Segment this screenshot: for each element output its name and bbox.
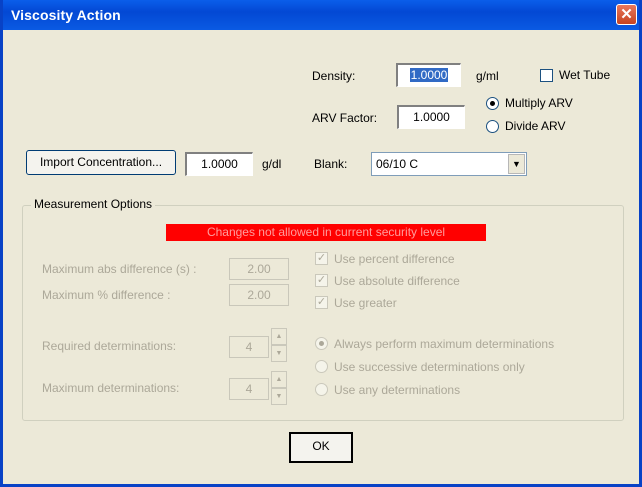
- required-determinations-label: Required determinations:: [42, 339, 177, 353]
- maximum-determinations-input[interactable]: 4: [229, 378, 269, 400]
- use-percent-label: Use percent difference: [334, 252, 455, 266]
- concentration-value: 1.0000: [201, 157, 238, 171]
- import-concentration-label: Import Concentration...: [39, 155, 163, 169]
- density-value: 1.0000: [409, 68, 449, 82]
- concentration-input[interactable]: 1.0000: [185, 152, 253, 176]
- title-bar[interactable]: Viscosity Action ✕: [3, 0, 639, 30]
- spin-down-icon[interactable]: ▼: [271, 388, 287, 405]
- divide-arv-radio[interactable]: [486, 120, 499, 133]
- arv-factor-label: ARV Factor:: [312, 111, 378, 125]
- use-absolute-label: Use absolute difference: [334, 274, 460, 288]
- use-percent-checkbox[interactable]: ✓: [315, 252, 328, 265]
- required-determinations-spinner[interactable]: ▲ ▼: [271, 328, 287, 362]
- max-pct-difference-label: Maximum % difference :: [42, 288, 171, 302]
- required-determinations-input[interactable]: 4: [229, 336, 269, 358]
- max-pct-difference-input[interactable]: 2.00: [229, 284, 289, 306]
- required-determinations-value: 4: [245, 340, 253, 354]
- density-input[interactable]: 1.0000: [396, 63, 461, 87]
- divide-arv-label: Divide ARV: [505, 119, 566, 133]
- maximum-determinations-value: 4: [245, 382, 253, 396]
- close-icon: ✕: [620, 6, 633, 23]
- use-absolute-checkbox[interactable]: ✓: [315, 274, 328, 287]
- security-warning-banner: Changes not allowed in current security …: [166, 224, 486, 241]
- blank-value: 06/10 C: [376, 157, 419, 171]
- successive-determinations-radio[interactable]: [315, 360, 328, 373]
- maximum-determinations-label: Maximum determinations:: [42, 381, 180, 395]
- chevron-down-icon[interactable]: ▼: [508, 154, 525, 174]
- measurement-options-title: Measurement Options: [31, 197, 156, 211]
- wet-tube-checkbox[interactable]: [540, 69, 553, 82]
- blank-select[interactable]: 06/10 C ▼: [371, 152, 527, 176]
- maximum-determinations-spinner[interactable]: ▲ ▼: [271, 371, 287, 405]
- use-greater-label: Use greater: [334, 296, 397, 310]
- arv-factor-input[interactable]: 1.0000: [397, 105, 465, 129]
- any-determinations-radio[interactable]: [315, 383, 328, 396]
- multiply-arv-radio[interactable]: [486, 97, 499, 110]
- max-abs-difference-label: Maximum abs difference (s) :: [42, 262, 197, 276]
- ok-button[interactable]: OK: [289, 432, 353, 463]
- multiply-arv-label: Multiply ARV: [505, 96, 573, 110]
- always-perform-radio[interactable]: [315, 337, 328, 350]
- close-button[interactable]: ✕: [616, 4, 637, 25]
- spin-up-icon[interactable]: ▲: [271, 328, 287, 345]
- spin-up-icon[interactable]: ▲: [271, 371, 287, 388]
- always-perform-label: Always perform maximum determinations: [334, 337, 555, 351]
- concentration-unit: g/dl: [262, 157, 282, 171]
- max-abs-difference-value: 2.00: [247, 262, 271, 276]
- density-label: Density:: [312, 69, 356, 83]
- window-title: Viscosity Action: [11, 7, 121, 23]
- use-greater-checkbox[interactable]: ✓: [315, 296, 328, 309]
- arv-factor-value: 1.0000: [413, 110, 450, 124]
- max-pct-difference-value: 2.00: [247, 288, 271, 302]
- density-unit: g/ml: [476, 69, 499, 83]
- wet-tube-label: Wet Tube: [559, 68, 611, 82]
- ok-label: OK: [312, 439, 330, 453]
- import-concentration-button[interactable]: Import Concentration...: [26, 150, 176, 175]
- blank-label: Blank:: [314, 157, 348, 171]
- successive-determinations-label: Use successive determinations only: [334, 360, 525, 374]
- spin-down-icon[interactable]: ▼: [271, 345, 287, 362]
- any-determinations-label: Use any determinations: [334, 383, 461, 397]
- max-abs-difference-input[interactable]: 2.00: [229, 258, 289, 280]
